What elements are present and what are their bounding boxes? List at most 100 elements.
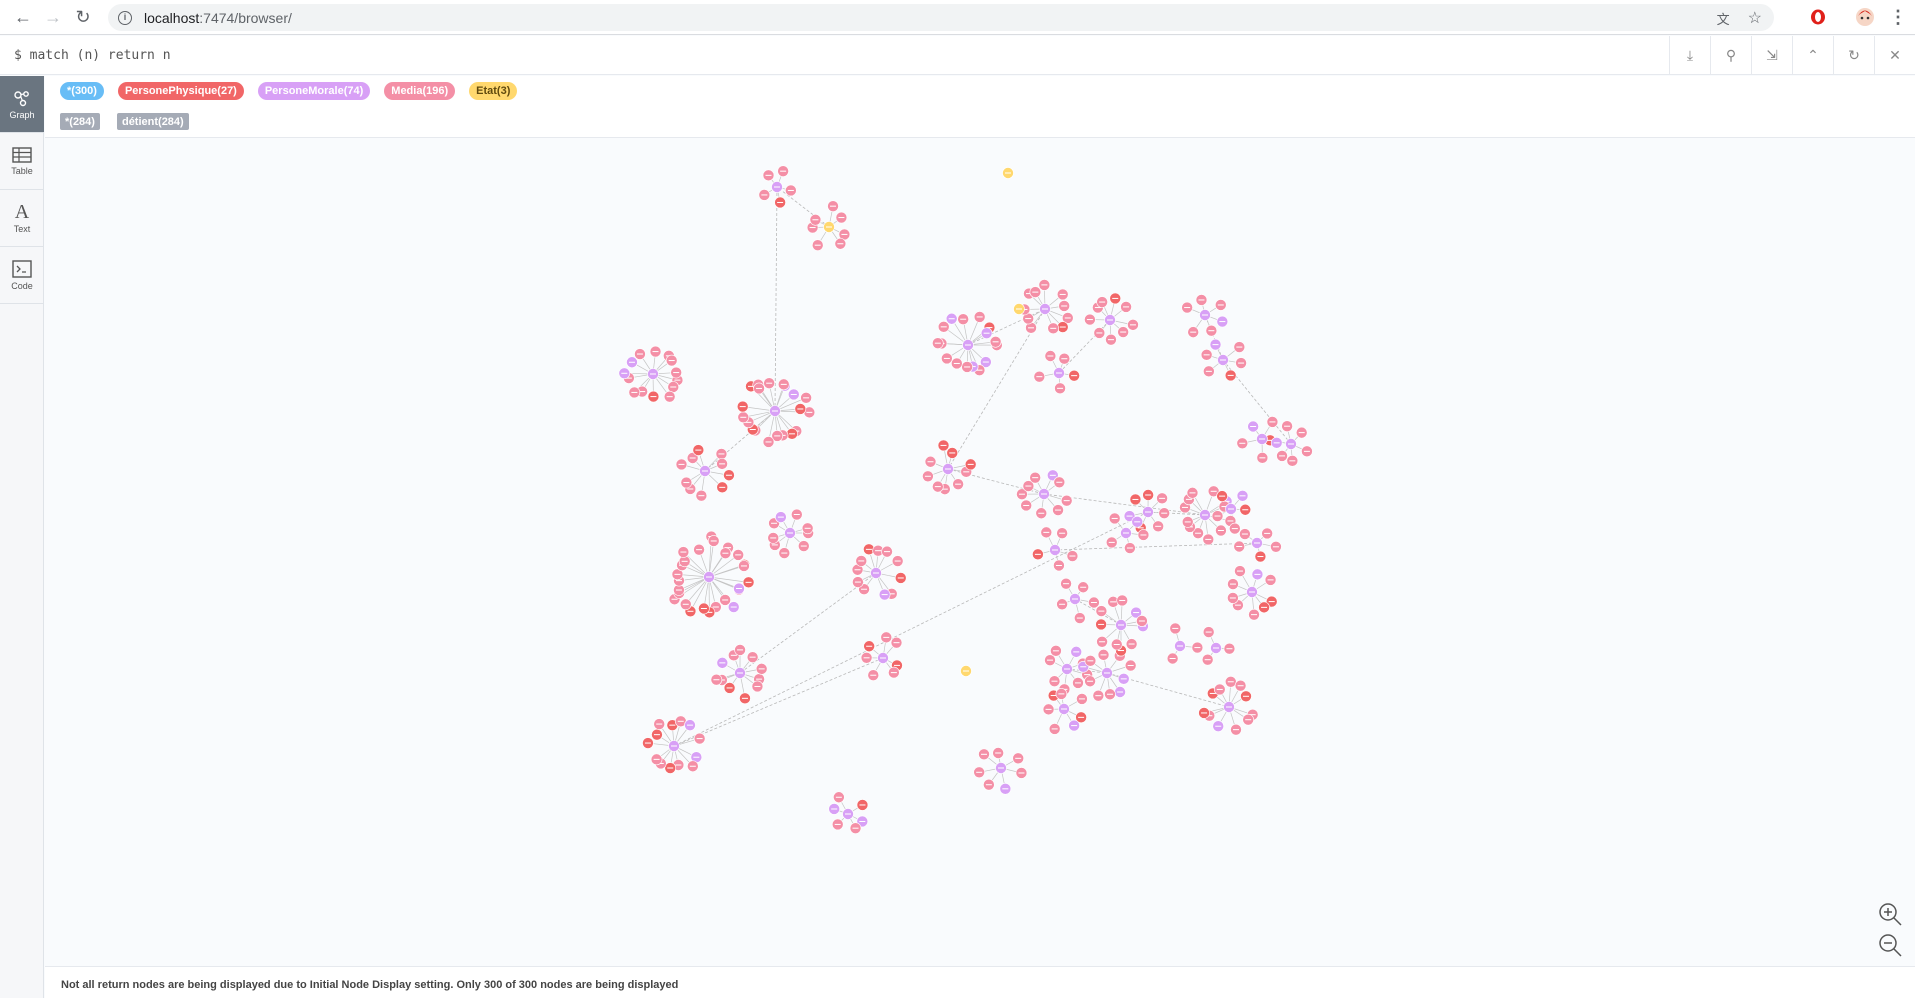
graph-node[interactable] (1225, 503, 1237, 515)
graph-node[interactable] (642, 737, 654, 749)
graph-node[interactable] (1251, 568, 1264, 581)
label-pill-personephysique[interactable]: PersonePhysique(27) (117, 82, 244, 100)
graph-node[interactable] (833, 791, 845, 804)
graph-node[interactable] (1048, 723, 1061, 735)
graph-node[interactable] (1199, 509, 1211, 521)
graph-node[interactable] (1142, 506, 1154, 518)
graph-node[interactable] (1058, 703, 1070, 715)
graph-node[interactable] (1044, 350, 1057, 362)
graph-node[interactable] (1104, 688, 1116, 701)
graph-node[interactable] (828, 803, 840, 815)
collapse-fullscreen-icon[interactable]: ⇲ (1751, 36, 1792, 74)
graph-node[interactable] (769, 405, 781, 417)
graph-node[interactable] (785, 184, 797, 197)
graph-node[interactable] (1202, 533, 1215, 546)
graph-node[interactable] (734, 644, 746, 656)
graph-node[interactable] (1077, 581, 1089, 594)
graph-node[interactable] (800, 392, 812, 404)
graph-node[interactable] (922, 470, 934, 483)
graph-node[interactable] (834, 237, 847, 250)
graph-node[interactable] (835, 211, 848, 224)
graph-node[interactable] (1076, 693, 1088, 705)
graph-node[interactable] (849, 822, 862, 834)
graph-node[interactable] (1074, 612, 1086, 624)
graph-node[interactable] (1223, 642, 1236, 655)
graph-node[interactable] (870, 567, 882, 579)
graph-node[interactable] (1270, 437, 1283, 449)
graph-node[interactable] (1217, 354, 1229, 366)
graph-node[interactable] (1261, 527, 1273, 540)
graph-node[interactable] (1056, 288, 1069, 301)
graph-node[interactable] (1125, 638, 1138, 650)
graph-node[interactable] (1213, 683, 1226, 696)
graph-node[interactable] (863, 640, 875, 653)
graph-relationship[interactable] (1054, 542, 1258, 551)
graph-node[interactable] (1239, 528, 1251, 540)
graph-node[interactable] (1038, 279, 1051, 291)
graph-node[interactable] (1124, 659, 1137, 672)
graph-node[interactable] (762, 169, 775, 182)
graph-node[interactable] (634, 348, 646, 360)
graph-node[interactable] (860, 652, 873, 664)
graph-node[interactable] (1095, 605, 1108, 617)
graph-node[interactable] (890, 636, 903, 649)
graph-node[interactable] (877, 652, 889, 664)
graph-node[interactable] (1136, 615, 1148, 627)
graph-node[interactable] (1285, 438, 1297, 450)
graph-node[interactable] (1048, 675, 1061, 687)
graph-node[interactable] (1040, 526, 1053, 539)
graph-node[interactable] (1038, 488, 1050, 500)
graph-node[interactable] (737, 411, 750, 424)
graph-node[interactable] (1187, 326, 1200, 338)
sidebar-item-text[interactable]: A Text (0, 190, 44, 247)
graph-node[interactable] (1227, 592, 1239, 604)
graph-node[interactable] (1120, 527, 1132, 539)
graph-node[interactable] (777, 165, 789, 177)
graph-node[interactable] (827, 200, 839, 212)
graph-node[interactable] (1229, 522, 1241, 535)
graph-node[interactable] (1015, 767, 1028, 779)
graph-node[interactable] (1203, 365, 1215, 378)
graph-node[interactable] (823, 221, 835, 233)
graph-node[interactable] (937, 321, 950, 333)
graph-node[interactable] (1084, 313, 1096, 326)
graph-node[interactable] (703, 571, 715, 583)
graph-node[interactable] (1058, 352, 1071, 365)
graph-node[interactable] (692, 444, 705, 456)
graph-node[interactable] (1095, 618, 1107, 631)
graph-node[interactable] (951, 357, 963, 370)
graph-node[interactable] (699, 465, 711, 477)
graph-node[interactable] (710, 673, 723, 686)
sidebar-item-graph[interactable]: Graph (0, 76, 44, 133)
graph-node[interactable] (763, 377, 775, 389)
bookmark-star-icon[interactable]: ☆ (1748, 8, 1762, 28)
graph-node[interactable] (1166, 652, 1179, 665)
graph-node[interactable] (695, 489, 708, 502)
graph-node[interactable] (684, 719, 696, 731)
graph-node[interactable] (1214, 299, 1227, 311)
graph-node[interactable] (1035, 507, 1048, 520)
query-text[interactable]: $ match (n) return n (14, 48, 171, 63)
graph-node[interactable] (962, 339, 974, 351)
graph-node[interactable] (651, 728, 663, 741)
graph-node[interactable] (1281, 420, 1293, 433)
graph-node[interactable] (1096, 635, 1108, 648)
graph-node[interactable] (649, 345, 662, 358)
rel-tag-detient[interactable]: détient(284) (116, 113, 189, 130)
graph-node[interactable] (791, 508, 803, 521)
graph-node[interactable] (1084, 675, 1096, 688)
graph-node[interactable] (1029, 286, 1042, 298)
graph-node[interactable] (989, 336, 1002, 348)
graph-node[interactable] (755, 663, 768, 675)
graph-node[interactable] (957, 313, 969, 326)
graph-node[interactable] (1186, 487, 1199, 499)
sidebar-item-table[interactable]: Table (0, 133, 44, 190)
browser-menu-icon[interactable]: ⋮ (1888, 7, 1908, 27)
graph-node[interactable] (751, 680, 764, 693)
graph-node[interactable] (647, 390, 660, 403)
graph-node[interactable] (1233, 540, 1246, 553)
graph-node[interactable] (778, 547, 791, 559)
graph-node[interactable] (626, 356, 638, 369)
graph-node[interactable] (1216, 490, 1228, 502)
graph-node[interactable] (831, 818, 844, 831)
